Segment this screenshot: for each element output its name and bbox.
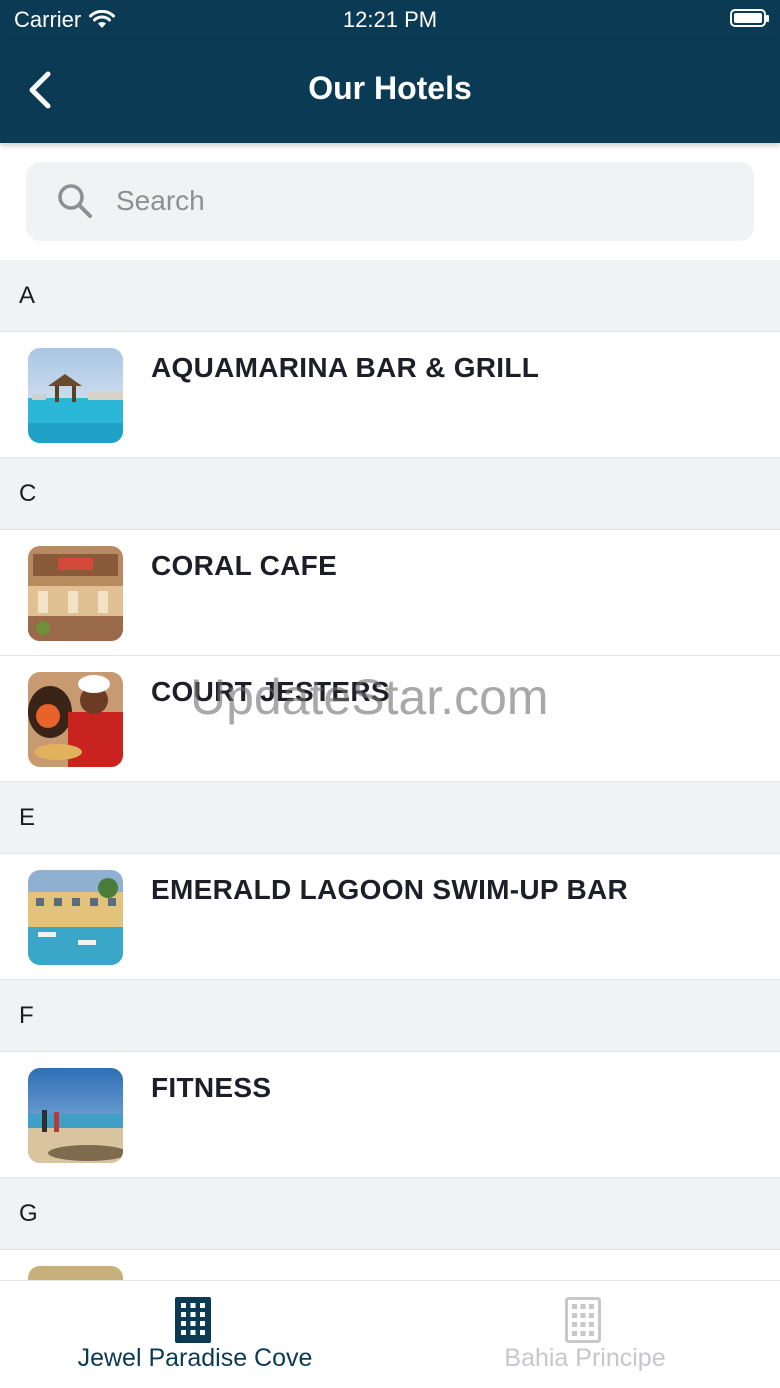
thumbnail-image <box>28 870 123 965</box>
item-title: CORAL CAFE <box>151 550 338 581</box>
section-header: A <box>0 260 780 332</box>
thumbnail-image <box>28 348 123 443</box>
section-header: G <box>0 1178 780 1250</box>
section-letter: E <box>19 804 36 831</box>
section-letter: C <box>19 480 37 507</box>
section-header: E <box>0 782 780 854</box>
item-title: COURT JESTERS <box>151 676 390 707</box>
thumbnail-image <box>28 672 123 767</box>
item-title: EMERALD LAGOON SWIM-UP BAR <box>151 874 629 905</box>
section-header: F <box>0 980 780 1052</box>
section-letter: F <box>19 1002 34 1029</box>
status-bar: Carrier 12:21 PM <box>0 0 780 40</box>
list-item[interactable]: FITNESS <box>0 1052 780 1178</box>
section-letter: A <box>19 282 36 309</box>
tab-label: Bahia Principe <box>504 1344 666 1372</box>
search-bar[interactable] <box>26 162 754 241</box>
search-icon <box>58 184 92 218</box>
item-title: FITNESS <box>151 1072 272 1103</box>
status-time: 12:21 PM <box>342 7 438 32</box>
thumbnail-image <box>28 1068 123 1163</box>
section-letter: G <box>19 1200 38 1227</box>
page-title: Our Hotels <box>308 70 472 106</box>
list-item[interactable]: CORAL CAFE <box>0 530 780 656</box>
battery-icon <box>730 9 769 27</box>
list-item[interactable]: COURT JESTERS <box>0 656 780 782</box>
list-item-partial[interactable] <box>0 1250 780 1280</box>
tab-label: Jewel Paradise Cove <box>77 1344 313 1372</box>
tab-jewel-paradise-cove[interactable]: Jewel Paradise Cove <box>0 1281 390 1388</box>
tab-bahia-principe[interactable]: Bahia Principe <box>390 1281 780 1388</box>
building-icon <box>175 1297 211 1343</box>
hotel-list: A AQUAMARINA BAR & GRILL C CORAL CAFE CO… <box>0 260 780 1280</box>
search-input[interactable] <box>116 180 716 222</box>
section-header: C <box>0 458 780 530</box>
tab-bar: Jewel Paradise Cove Bahia Principe <box>0 1280 780 1388</box>
list-item[interactable]: EMERALD LAGOON SWIM-UP BAR <box>0 854 780 980</box>
navigation-bar: Our Hotels <box>0 40 780 143</box>
thumbnail-image <box>28 546 123 641</box>
building-icon <box>565 1297 601 1343</box>
thumbnail-image <box>28 1266 123 1280</box>
list-item[interactable]: AQUAMARINA BAR & GRILL <box>0 332 780 458</box>
item-title: AQUAMARINA BAR & GRILL <box>151 352 540 383</box>
